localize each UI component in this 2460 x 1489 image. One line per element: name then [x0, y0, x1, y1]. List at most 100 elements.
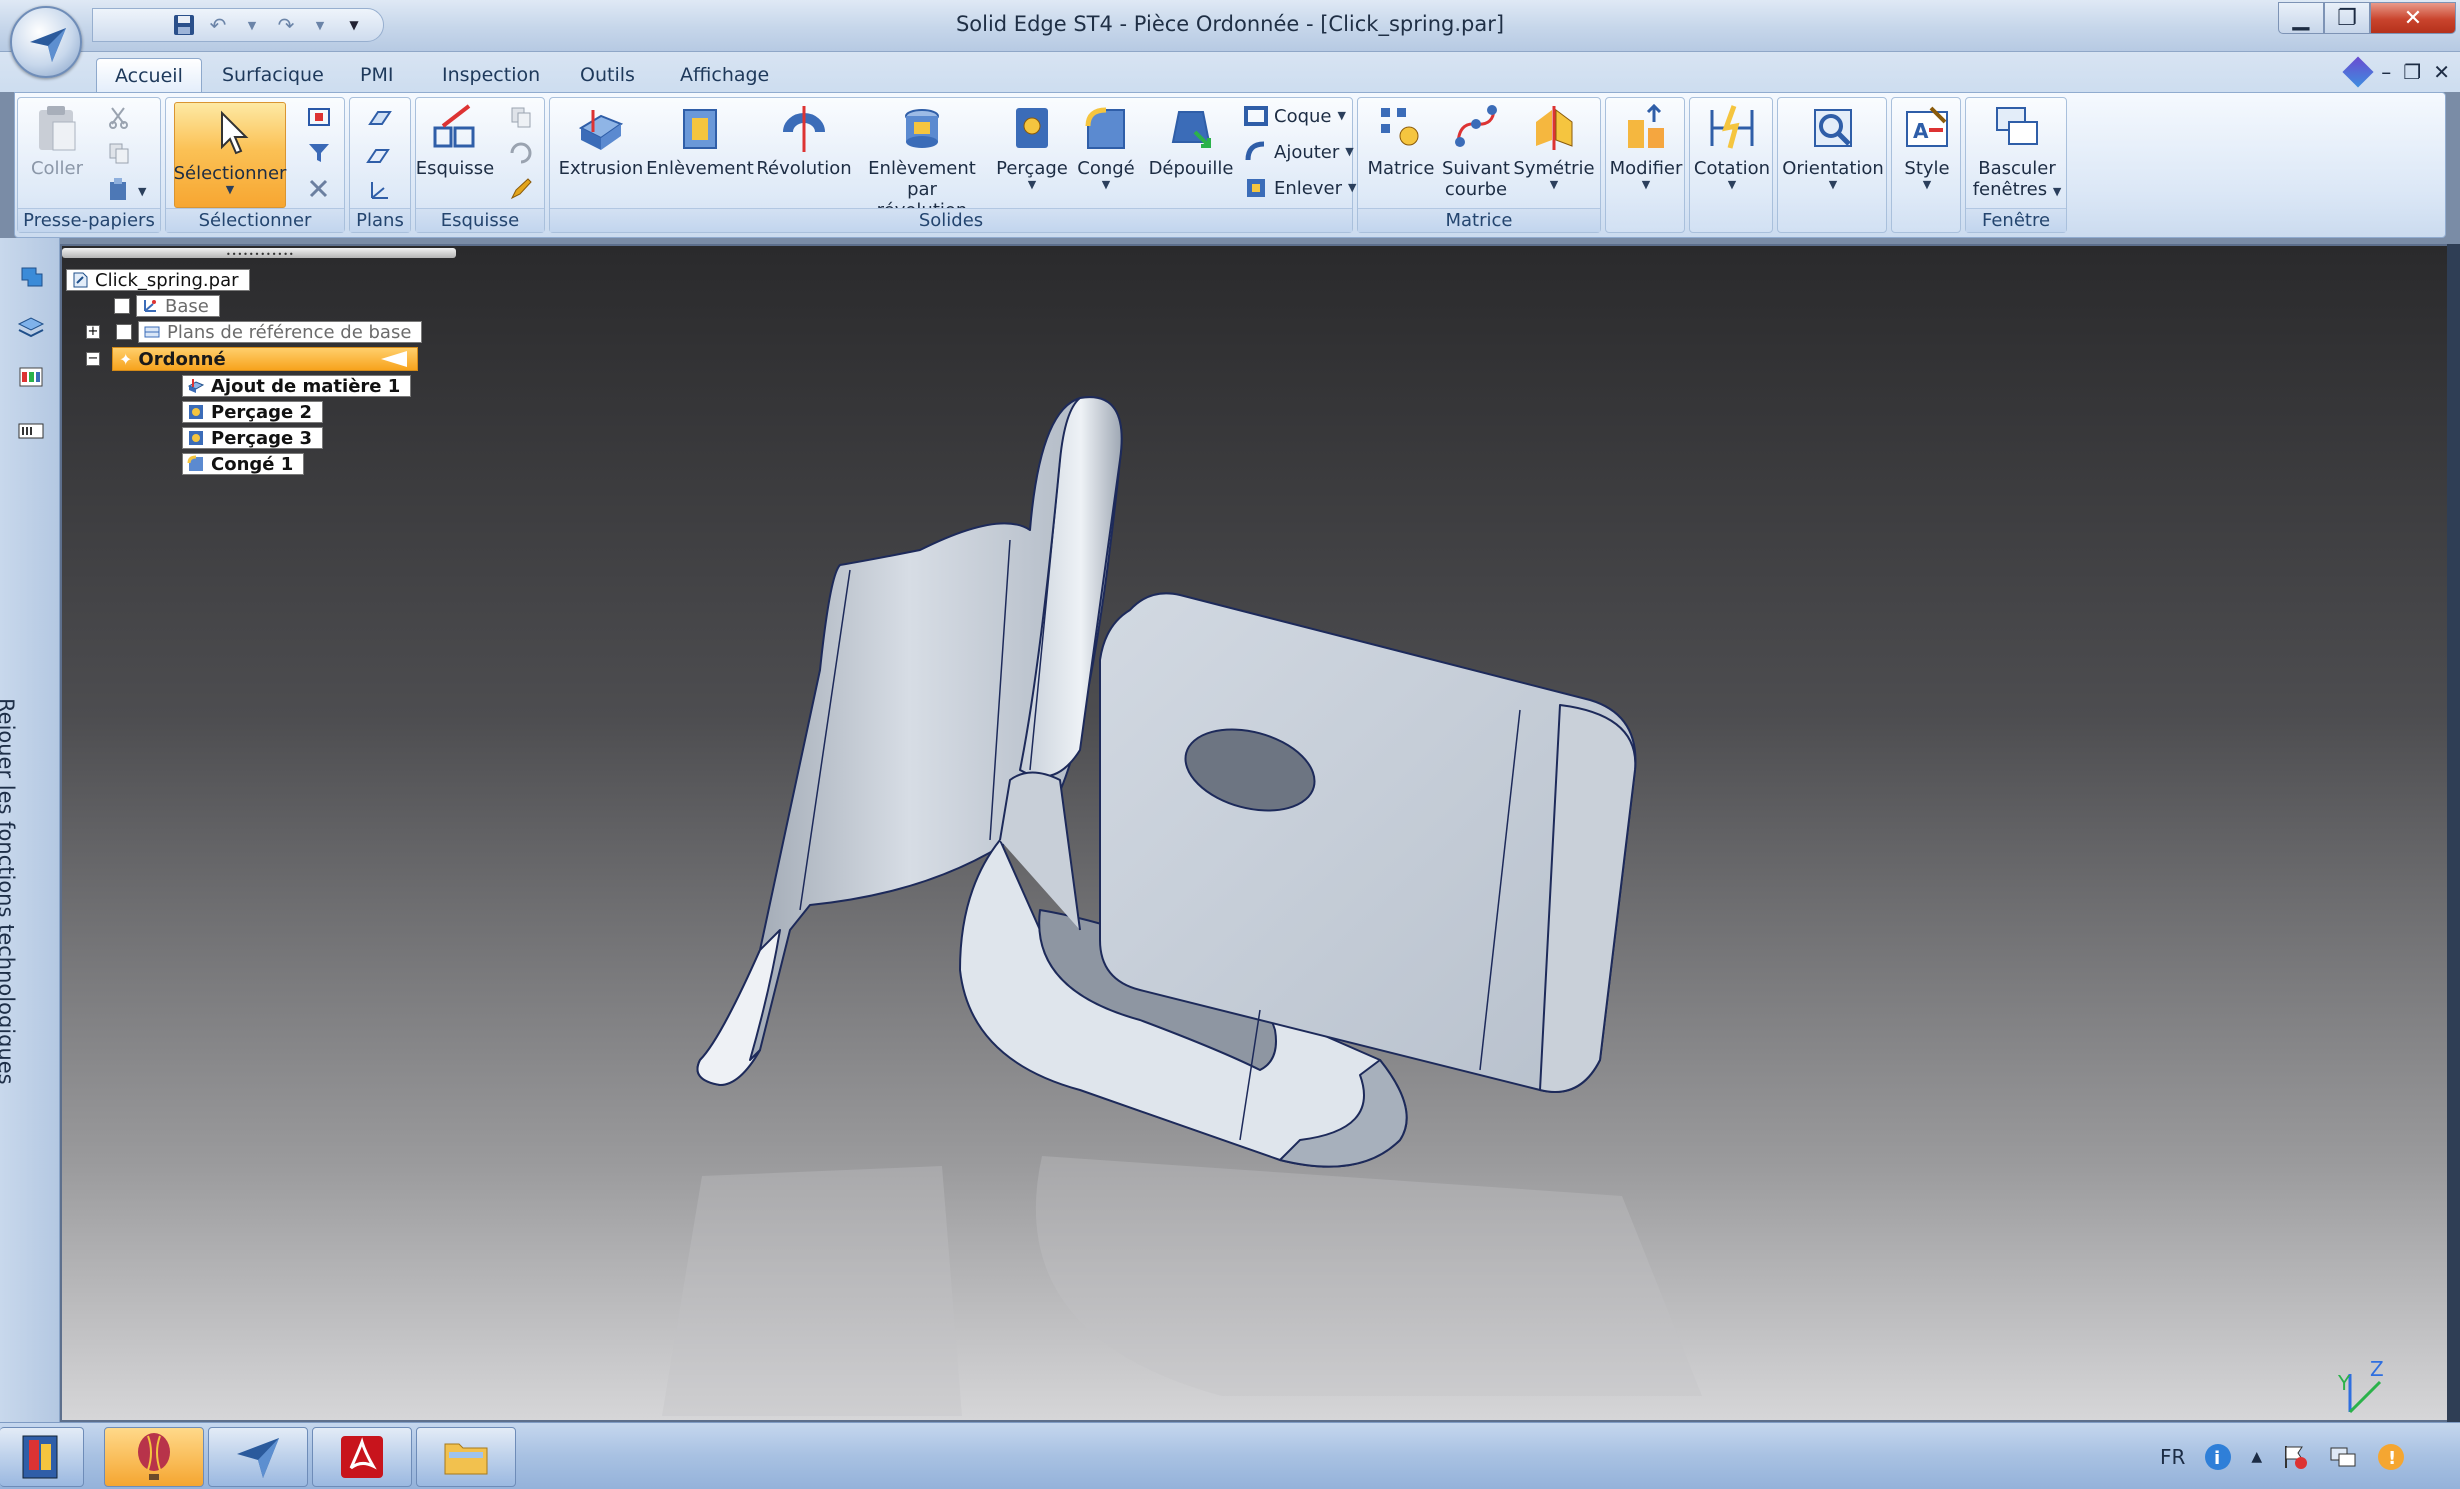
tab-outils[interactable]: Outils	[562, 58, 653, 92]
taskbar-app-explorer[interactable]	[416, 1427, 516, 1487]
switch-windows-button[interactable]: Basculer fenêtres ▼	[1970, 102, 2064, 200]
paste-special-dropdown-icon[interactable]: ▼	[138, 186, 146, 198]
copy-icon[interactable]	[106, 140, 132, 166]
tree-feature-round-1[interactable]: Congé 1	[182, 452, 305, 476]
base-box[interactable]: Base	[136, 295, 220, 317]
tree-node-ordonne[interactable]: ✦ Ordonné	[112, 347, 418, 371]
round-button[interactable]: Congé ▼	[1070, 102, 1142, 191]
replay-features-tab[interactable]: Rejouer les fonctions technologiques	[0, 698, 18, 1085]
add-button[interactable]: Ajouter ▼	[1244, 140, 1354, 164]
tree-feature-hole-3[interactable]: Perçage 3	[182, 426, 323, 450]
hole-dropdown-icon[interactable]: ▼	[1028, 179, 1036, 191]
pattern-button[interactable]: Matrice	[1364, 102, 1438, 179]
feature-tree-tab-icon[interactable]	[16, 262, 46, 292]
close-button[interactable]: ✕	[2370, 2, 2456, 34]
tree-feature-hole-2[interactable]: Perçage 2	[182, 400, 323, 424]
pattern-along-curve-button[interactable]: Suivant courbe	[1438, 102, 1514, 200]
network-icon[interactable]	[2328, 1442, 2358, 1472]
dimension-button[interactable]: Cotation ▼	[1692, 102, 1772, 191]
feature-box-3[interactable]: Congé 1	[182, 453, 305, 475]
pathfinder-resize-handle[interactable]: ••••••••••••	[62, 248, 456, 259]
taskbar-app-acrobat[interactable]	[312, 1427, 412, 1487]
tree-root[interactable]: Click_spring.par	[66, 268, 250, 292]
select-button[interactable]: Sélectionner ▼	[174, 102, 286, 208]
maximize-button[interactable]: ❐	[2324, 2, 2370, 34]
tab-accueil[interactable]: Accueil	[96, 58, 202, 92]
extrusion-button[interactable]: Extrusion	[556, 102, 646, 179]
notification-icon[interactable]: !	[2376, 1442, 2406, 1472]
tab-affichage[interactable]: Affichage	[662, 58, 787, 92]
style-dropdown-icon[interactable]: ▼	[1923, 179, 1931, 191]
revolution-button[interactable]: Révolution	[754, 102, 854, 179]
feature-box-1[interactable]: Perçage 2	[182, 401, 323, 423]
plans-box[interactable]: Plans de référence de base	[138, 321, 423, 343]
info-tray-icon[interactable]: i	[2203, 1442, 2233, 1472]
hole-button[interactable]: Perçage ▼	[994, 102, 1070, 191]
paste-button[interactable]: Coller	[26, 102, 88, 179]
minimize-button[interactable]: ▁	[2278, 2, 2324, 34]
enlevement-button[interactable]: Enlèvement	[646, 102, 754, 179]
select-tools-icon[interactable]	[306, 176, 332, 202]
paste-special-icon[interactable]	[106, 176, 132, 202]
layers-tab-icon[interactable]	[16, 312, 46, 342]
doc-restore-button[interactable]: ❐	[2403, 60, 2421, 84]
select-box-icon[interactable]	[306, 104, 332, 130]
tree-node-base[interactable]: Base	[114, 294, 220, 318]
mirror-dropdown-icon[interactable]: ▼	[1550, 179, 1558, 191]
tab-pmi[interactable]: PMI	[342, 58, 411, 92]
rollback-marker-icon[interactable]	[381, 351, 407, 367]
remove-dropdown-icon[interactable]: ▼	[1348, 182, 1356, 194]
folder-app-icon	[444, 1443, 488, 1475]
help-icon[interactable]	[2342, 56, 2374, 88]
select-dropdown-icon[interactable]: ▼	[226, 184, 234, 196]
tree-root-box[interactable]: Click_spring.par	[66, 269, 250, 291]
plans-visibility-checkbox[interactable]	[116, 324, 132, 340]
shell-dropdown-icon[interactable]: ▼	[1338, 110, 1346, 122]
round-dropdown-icon[interactable]: ▼	[1102, 179, 1110, 191]
dimension-dropdown-icon[interactable]: ▼	[1728, 179, 1736, 191]
pencil-icon[interactable]	[508, 176, 534, 202]
project-icon[interactable]	[508, 104, 534, 130]
family-of-parts-tab-icon[interactable]	[16, 362, 46, 392]
taskbar-app-solid-edge[interactable]	[208, 1427, 308, 1487]
tree-node-plans[interactable]: + Plans de référence de base	[86, 320, 423, 344]
action-center-flag-icon[interactable]	[2280, 1442, 2310, 1472]
plans-expand-icon[interactable]: +	[86, 325, 100, 339]
feature-box-0[interactable]: Ajout de matière 1	[182, 375, 412, 397]
filter-icon[interactable]	[306, 140, 332, 166]
doc-close-button[interactable]: ✕	[2433, 60, 2450, 84]
shell-button[interactable]: Coque ▼	[1244, 104, 1346, 128]
revolved-cutout-button[interactable]: Enlèvement par révolution	[852, 102, 992, 221]
cut-icon[interactable]	[106, 104, 132, 130]
style-button[interactable]: A Style ▼	[1894, 102, 1960, 191]
remove-button[interactable]: Enlever ▼	[1244, 176, 1356, 200]
sketch-button[interactable]: Esquisse	[416, 102, 494, 179]
add-dropdown-icon[interactable]: ▼	[1345, 146, 1353, 158]
mirror-button[interactable]: Symétrie ▼	[1513, 102, 1595, 191]
ordonne-collapse-icon[interactable]: −	[86, 352, 100, 366]
click-spring-model[interactable]	[660, 370, 1740, 1270]
feature-box-2[interactable]: Perçage 3	[182, 427, 323, 449]
taskbar-app-balloon[interactable]	[104, 1427, 204, 1487]
tab-surfacique[interactable]: Surfacique	[204, 58, 342, 92]
tree-feature-protrusion[interactable]: Ajout de matière 1	[182, 374, 412, 398]
modify-button[interactable]: Modifier ▼	[1608, 102, 1684, 191]
parallel-plane-icon[interactable]	[366, 142, 392, 168]
language-indicator[interactable]: FR	[2160, 1445, 2185, 1469]
coincident-plane-icon[interactable]	[366, 106, 392, 132]
modify-dropdown-icon[interactable]: ▼	[1642, 179, 1650, 191]
switch-windows-dropdown-icon[interactable]: ▼	[2053, 185, 2061, 198]
application-button[interactable]	[10, 6, 82, 78]
draft-button[interactable]: Dépouille	[1144, 102, 1238, 179]
tab-inspection[interactable]: Inspection	[424, 58, 558, 92]
switch-windows-label-1: Basculer	[1978, 158, 2056, 179]
doc-minimize-button[interactable]: –	[2381, 60, 2391, 84]
base-visibility-checkbox[interactable]	[114, 298, 130, 314]
orientation-button[interactable]: Orientation ▼	[1782, 102, 1884, 191]
coordinate-system-icon[interactable]	[366, 178, 392, 204]
orientation-dropdown-icon[interactable]: ▼	[1829, 179, 1837, 191]
replay-tab-icon[interactable]	[16, 416, 46, 446]
show-hidden-icons-icon[interactable]: ▲	[2251, 1449, 2262, 1465]
taskbar-app-efactory[interactable]	[0, 1427, 84, 1487]
move-sketch-icon[interactable]	[508, 140, 534, 166]
